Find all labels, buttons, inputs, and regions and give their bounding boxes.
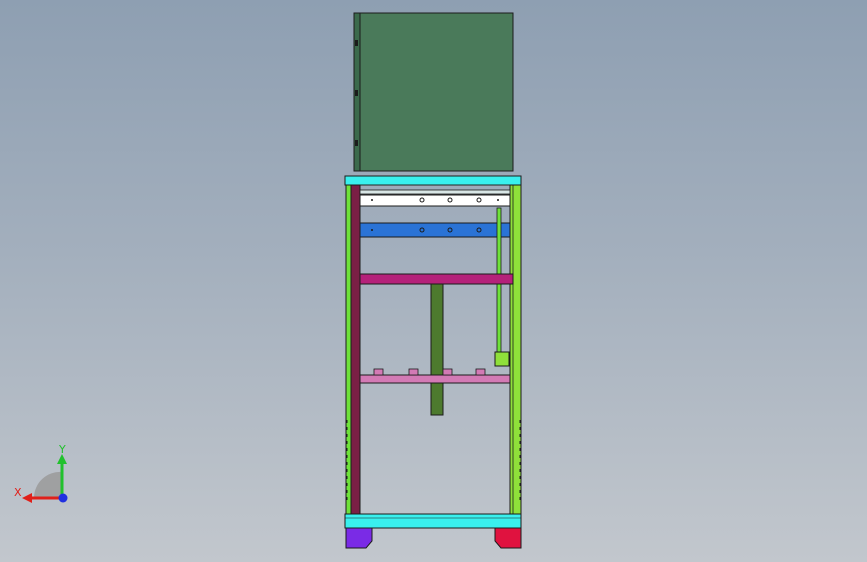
white-rail-body <box>359 194 511 207</box>
left-upright-outer <box>345 184 352 516</box>
white-rail-dot <box>497 199 499 201</box>
y-axis-label: Y <box>58 443 66 456</box>
right-upright-body <box>509 184 522 516</box>
top-plate[interactable] <box>344 175 522 186</box>
base-plate-body <box>344 513 522 529</box>
pink-crossbeam-body <box>359 374 511 384</box>
white-rail-top <box>359 189 511 195</box>
base-plate[interactable] <box>344 513 522 529</box>
x-axis-label: X <box>14 486 22 499</box>
left-foot[interactable] <box>345 527 373 549</box>
pink-crossbeam-tab <box>475 368 486 376</box>
triad-graphic: Y X <box>14 443 68 503</box>
right-foot[interactable] <box>494 527 522 549</box>
blue-rail-dot <box>371 229 373 231</box>
hinge-mark <box>355 90 358 96</box>
white-rail-dot <box>371 199 373 201</box>
x-axis-arrowhead <box>22 493 32 503</box>
cad-3d-viewport[interactable]: Y X <box>0 0 867 562</box>
magenta-crossbeam[interactable] <box>359 273 514 285</box>
blue-rail[interactable] <box>359 222 511 238</box>
orientation-triad[interactable]: Y X <box>12 440 82 510</box>
right-upright[interactable] <box>509 184 522 516</box>
left-upright-inner <box>350 184 361 516</box>
z-axis-dot <box>58 493 68 503</box>
pink-crossbeam-tab <box>408 368 419 376</box>
pink-crossbeam-tab <box>442 368 453 376</box>
electrical-box[interactable] <box>353 12 514 172</box>
left-upright[interactable] <box>345 184 361 516</box>
blue-rail-body <box>359 222 511 238</box>
pink-crossbeam-tab <box>373 368 384 376</box>
hinge-mark <box>355 140 358 146</box>
electrical-box-body <box>359 12 514 172</box>
hinge-mark <box>355 40 358 46</box>
triad-plane-indicator <box>33 471 62 498</box>
white-rail[interactable] <box>359 189 511 207</box>
frame-assembly-model[interactable] <box>0 0 867 562</box>
center-post[interactable] <box>430 283 444 416</box>
side-rod-bracket <box>494 351 510 367</box>
